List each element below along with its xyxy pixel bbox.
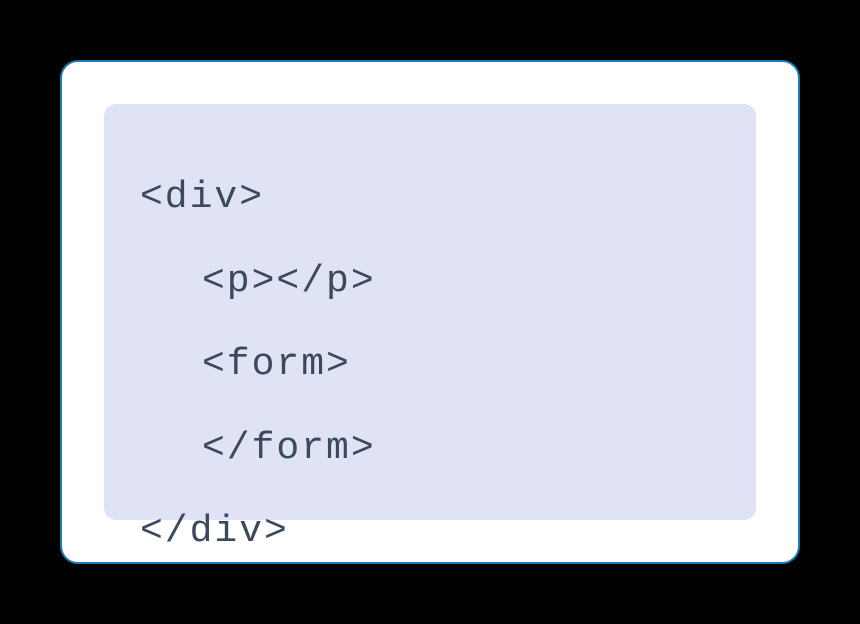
code-block: <div> <p></p> <form> </form> </div> (104, 104, 756, 520)
code-line: </div> (140, 490, 720, 574)
code-line: <p></p> (140, 240, 720, 324)
code-line: <div> (140, 156, 720, 240)
code-line: </form> (140, 407, 720, 491)
code-line: <form> (140, 323, 720, 407)
code-card: <div> <p></p> <form> </form> </div> (60, 60, 800, 564)
